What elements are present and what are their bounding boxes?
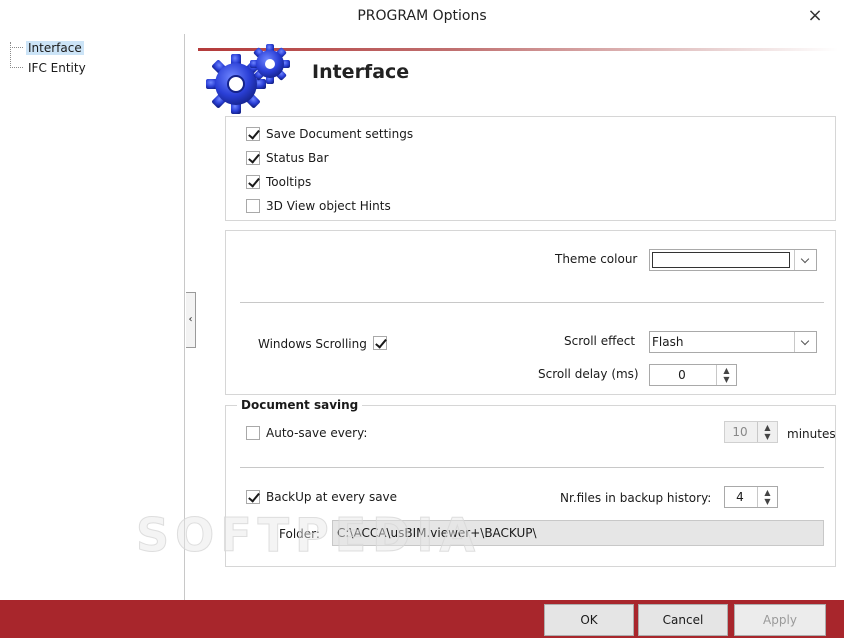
stepper-arrows-icon[interactable]: ▲ ▼ bbox=[716, 365, 736, 385]
tree-branch-line bbox=[10, 47, 23, 48]
tree-item-label: Interface bbox=[26, 41, 84, 55]
checkbox-box[interactable] bbox=[246, 127, 260, 141]
ok-button[interactable]: OK bbox=[544, 604, 634, 636]
scroll-effect-label: Scroll effect bbox=[564, 334, 636, 348]
checkbox-label: BackUp at every save bbox=[266, 490, 398, 504]
document-saving-legend: Document saving bbox=[237, 398, 363, 412]
backup-folder-field[interactable]: C:\ACCA\usBIM.viewer+\BACKUP\ bbox=[332, 520, 824, 546]
apply-button[interactable]: Apply bbox=[734, 604, 826, 636]
general-options-group: Save Document settings Status Bar Toolti… bbox=[225, 116, 836, 221]
nr-files-value: 4 bbox=[736, 490, 744, 504]
theme-colour-select[interactable] bbox=[649, 249, 817, 271]
folder-label: Folder: bbox=[279, 527, 320, 541]
scroll-delay-value: 0 bbox=[678, 368, 686, 382]
stepper-arrows-icon: ▲ ▼ bbox=[757, 422, 777, 442]
checkbox-label: Tooltips bbox=[266, 175, 312, 189]
title-bar: PROGRAM Options × bbox=[0, 0, 844, 34]
tree-item-ifc-entity[interactable]: IFC Entity bbox=[10, 59, 88, 77]
tree-item-label: IFC Entity bbox=[28, 61, 86, 75]
divider bbox=[240, 467, 824, 468]
checkbox-box[interactable] bbox=[246, 426, 260, 440]
divider bbox=[240, 302, 824, 303]
minutes-label: minutes bbox=[787, 427, 836, 441]
windows-scrolling-checkbox[interactable] bbox=[373, 336, 387, 350]
chevron-down-icon[interactable] bbox=[794, 250, 816, 270]
tree-item-interface[interactable]: Interface bbox=[10, 39, 84, 57]
display-options-group: Theme colour Windows Scrolling Scroll ef… bbox=[225, 230, 836, 395]
nr-files-label: Nr.files in backup history: bbox=[560, 491, 712, 505]
window-title: PROGRAM Options bbox=[357, 8, 487, 24]
scroll-effect-select[interactable]: Flash bbox=[649, 331, 817, 353]
theme-colour-label: Theme colour bbox=[555, 252, 638, 266]
scroll-delay-label: Scroll delay (ms) bbox=[538, 367, 639, 381]
checkbox-label: Save Document settings bbox=[266, 127, 414, 141]
nr-files-stepper[interactable]: 4 ▲ ▼ bbox=[724, 486, 778, 508]
cancel-button[interactable]: Cancel bbox=[638, 604, 728, 636]
chevron-down-icon[interactable] bbox=[794, 332, 816, 352]
gears-icon bbox=[206, 44, 290, 114]
tree-branch-line bbox=[10, 67, 23, 68]
auto-save-minutes-stepper: 10 ▲ ▼ bbox=[724, 421, 778, 443]
checkbox-label: Status Bar bbox=[266, 151, 329, 165]
checkbox-box[interactable] bbox=[246, 199, 260, 213]
checkbox-label: Auto-save every: bbox=[266, 426, 368, 440]
page-title: Interface bbox=[312, 61, 410, 83]
checkbox-label: 3D View object Hints bbox=[266, 199, 391, 213]
theme-colour-swatch bbox=[652, 252, 790, 268]
close-icon[interactable]: × bbox=[804, 5, 826, 27]
scroll-delay-stepper[interactable]: 0 ▲ ▼ bbox=[649, 364, 737, 386]
stepper-arrows-icon[interactable]: ▲ ▼ bbox=[757, 487, 777, 507]
checkbox-box[interactable] bbox=[246, 175, 260, 189]
scroll-effect-value: Flash bbox=[652, 335, 684, 349]
collapse-arrow-icon[interactable]: ‹ bbox=[186, 292, 196, 348]
windows-scrolling-label: Windows Scrolling bbox=[258, 337, 367, 351]
options-tree: Interface IFC Entity bbox=[0, 34, 184, 600]
checkbox-box[interactable] bbox=[246, 490, 260, 504]
auto-save-minutes-value: 10 bbox=[732, 425, 748, 439]
checkbox-box[interactable] bbox=[246, 151, 260, 165]
